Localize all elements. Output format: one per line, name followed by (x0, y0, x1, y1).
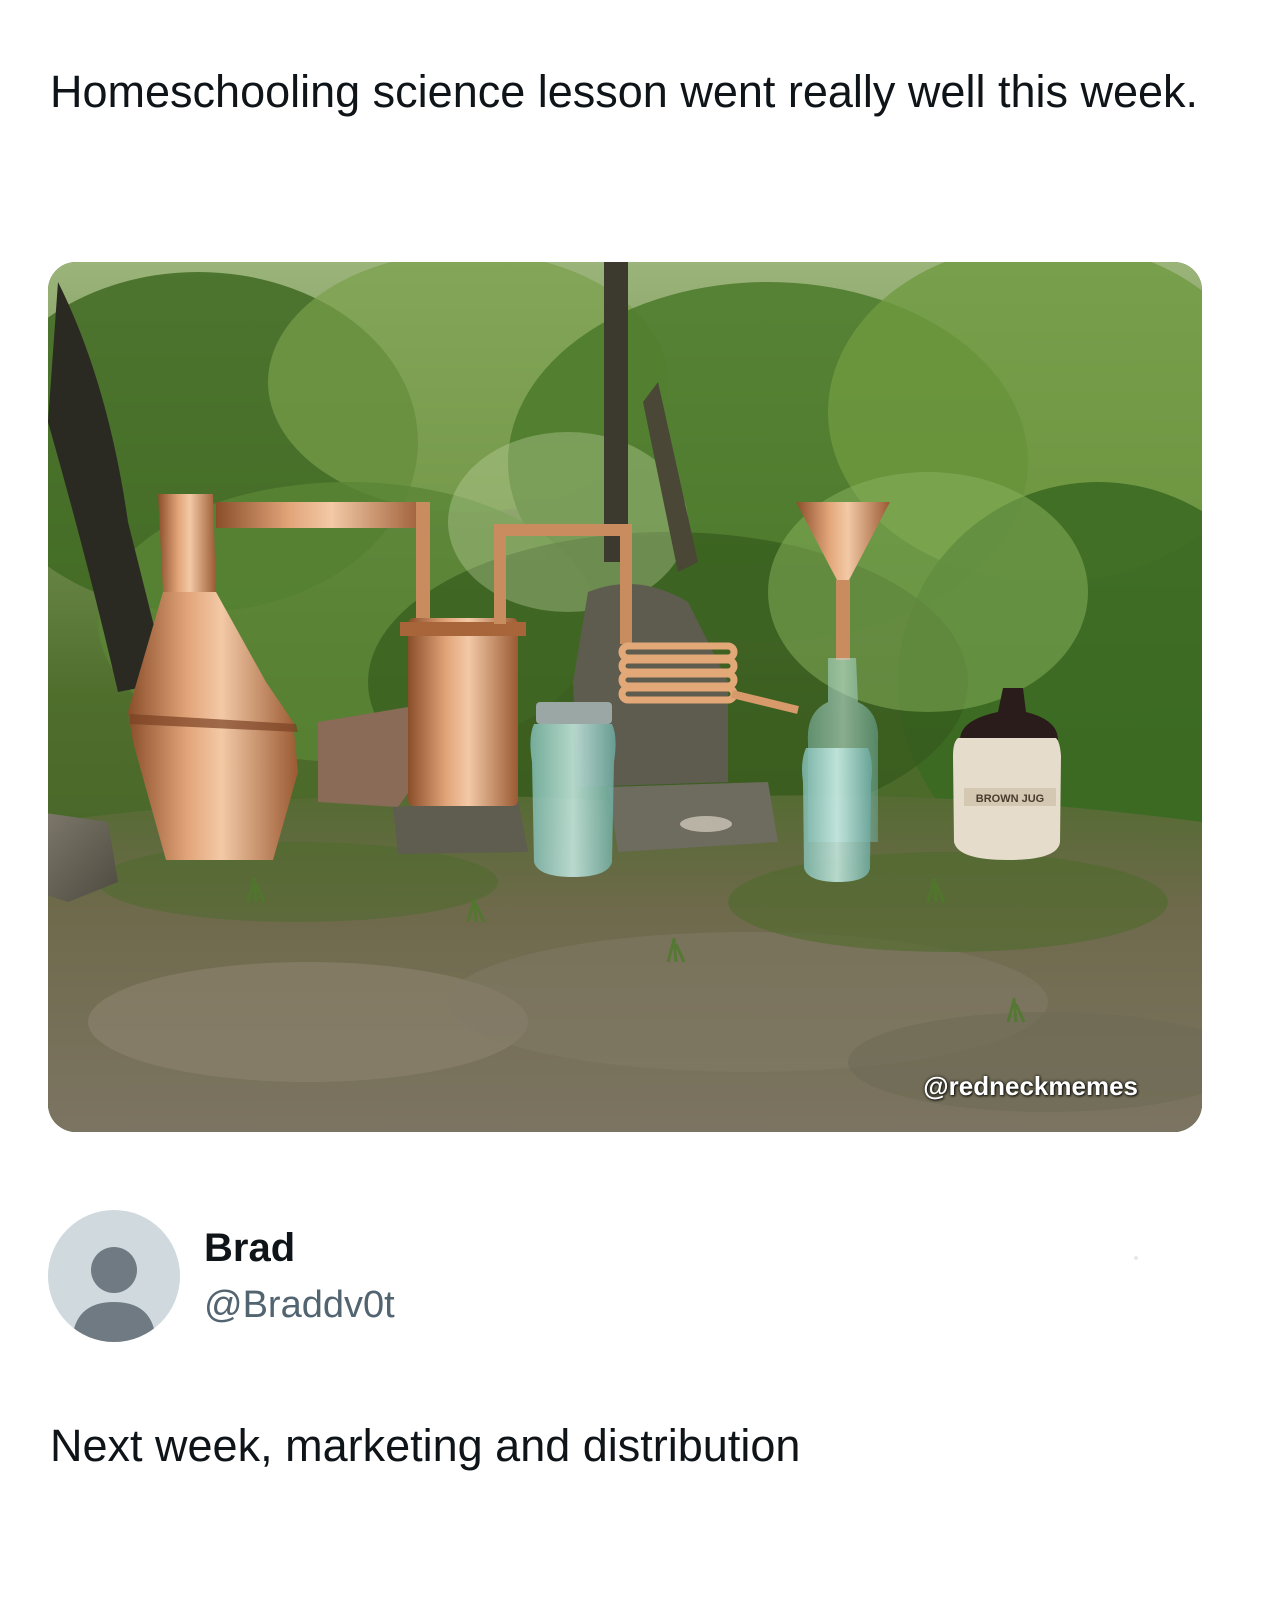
reply-text: Next week, marketing and distribution (50, 1420, 801, 1471)
jug-label: BROWN JUG (976, 793, 1044, 805)
reply-author[interactable]: Brad @Braddv0t (48, 1210, 395, 1342)
author-handle[interactable]: @Braddv0t (204, 1280, 395, 1330)
author-display-name[interactable]: Brad (204, 1222, 395, 1274)
post-image[interactable]: BROWN JUG @redneckmemes (48, 262, 1202, 1132)
watermark: @redneckmemes (923, 1071, 1138, 1101)
post-text: Homeschooling science lesson went really… (50, 66, 1199, 117)
still-photo: BROWN JUG (48, 262, 1202, 1132)
avatar-silhouette (72, 1247, 156, 1342)
divider-dot (1134, 1256, 1138, 1260)
default-avatar-icon[interactable] (48, 1210, 180, 1342)
author-names: Brad @Braddv0t (204, 1222, 395, 1330)
